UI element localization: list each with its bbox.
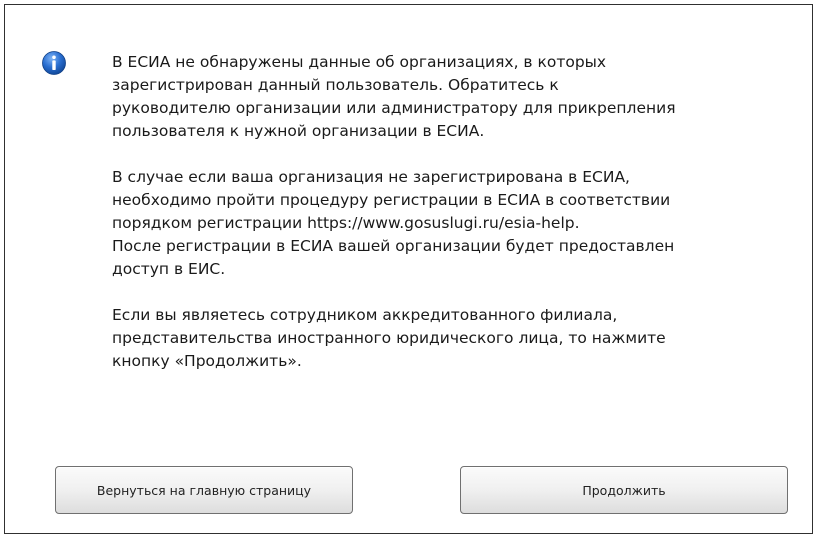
info-dialog: В ЕСИА не обнаружены данные об организац… xyxy=(4,4,813,534)
message-line: доступ в ЕИС. xyxy=(112,260,226,278)
message-paragraph-3: Если вы являетесь сотрудником аккредитов… xyxy=(112,304,802,373)
message-line: руководителю организации или администрат… xyxy=(112,99,676,117)
continue-button[interactable]: Продолжить xyxy=(460,466,788,514)
info-icon xyxy=(42,51,66,75)
message-line: необходимо пройти процедуру регистрации … xyxy=(112,191,671,209)
return-to-home-button[interactable]: Вернуться на главную страницу xyxy=(55,466,353,514)
message-paragraph-2: В случае если ваша организация не зареги… xyxy=(112,166,802,281)
dialog-message: В ЕСИА не обнаружены данные об организац… xyxy=(112,51,802,396)
message-line: После регистрации в ЕСИА вашей организац… xyxy=(112,237,675,255)
message-line: В случае если ваша организация не зареги… xyxy=(112,168,630,186)
message-line: В ЕСИА не обнаружены данные об организац… xyxy=(112,53,607,71)
message-line: пользователя к нужной организации в ЕСИА… xyxy=(112,122,485,140)
message-line: порядком регистрации https://www.gosuslu… xyxy=(112,214,580,232)
message-line: Если вы являетесь сотрудником аккредитов… xyxy=(112,306,618,324)
message-line: зарегистрирован данный пользователь. Обр… xyxy=(112,76,559,94)
message-line: кнопку «Продолжить». xyxy=(112,352,302,370)
message-paragraph-1: В ЕСИА не обнаружены данные об организац… xyxy=(112,51,802,143)
message-line: представительства иностранного юридическ… xyxy=(112,329,666,347)
